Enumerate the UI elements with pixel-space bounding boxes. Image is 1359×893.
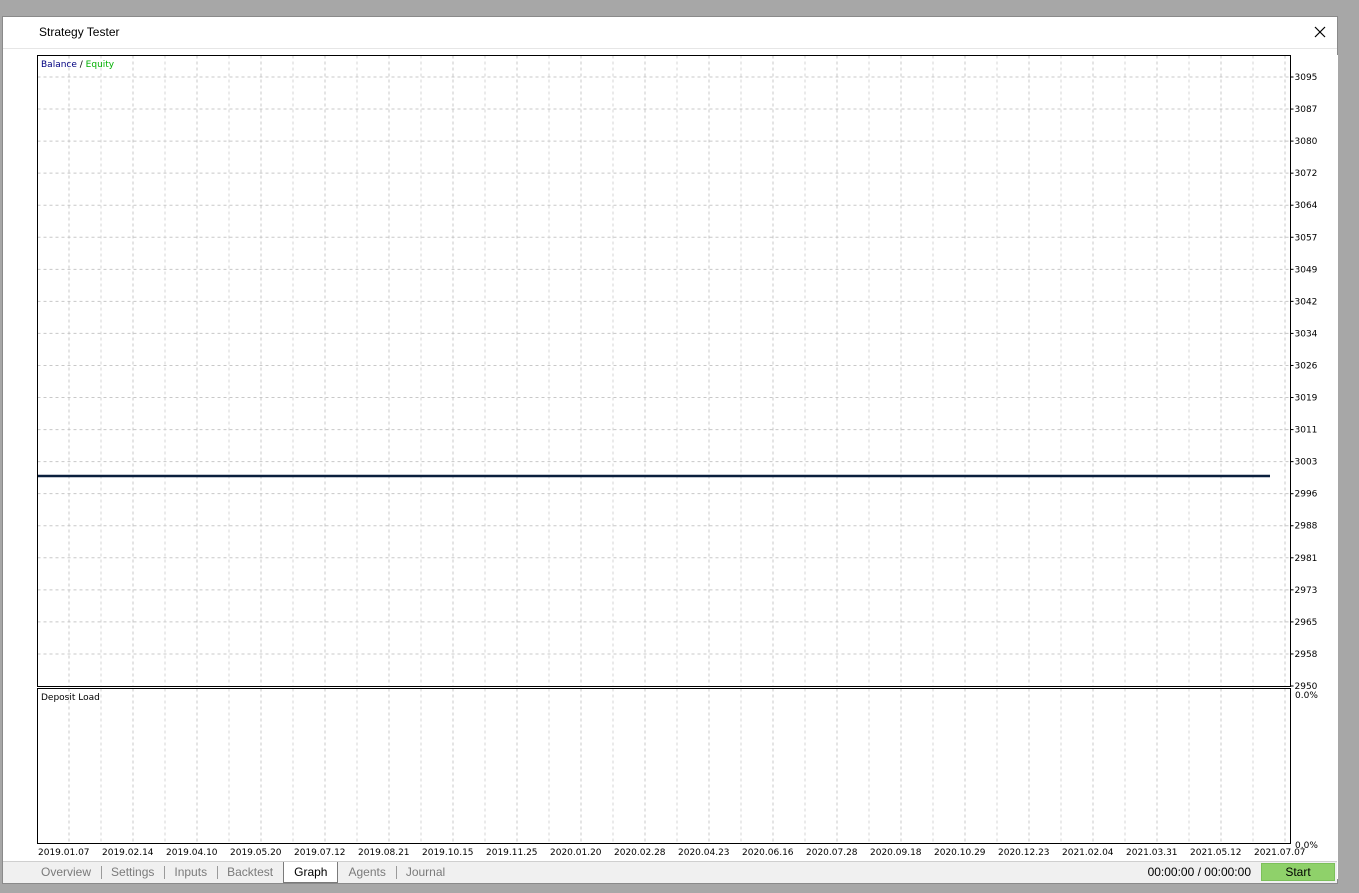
y-tick-label: 3026: [1295, 361, 1318, 371]
x-tick-label: 2020.09.18: [870, 848, 922, 858]
x-tick-label: 2020.01.20: [550, 848, 602, 858]
balance-equity-chart: 3095 3087 3080 3072 3064 3057 3049 3042 3034 3026…: [37, 55, 1318, 858]
x-tick-label: 2020.02.28: [614, 848, 666, 858]
y-tick-label: 3064: [1295, 201, 1318, 211]
deposit-load-bottom-value: 0.0%: [1295, 841, 1318, 851]
y-tick-label: 2958: [1295, 650, 1318, 660]
tab-graph[interactable]: Graph: [283, 861, 339, 883]
main-panel-border: [37, 55, 1291, 687]
y-tick-label: 2965: [1295, 618, 1318, 628]
x-tick-label: 2020.10.29: [934, 848, 986, 858]
x-tick-label: 2021.03.31: [1126, 848, 1178, 858]
x-tick-label: 2021.05.12: [1190, 848, 1242, 858]
x-tick-label: 2021.02.04: [1062, 848, 1114, 858]
y-tick-label: 3011: [1295, 426, 1318, 436]
y-tick-label: 3034: [1295, 329, 1318, 339]
y-tick-label: 3049: [1295, 265, 1318, 275]
title-bar: Strategy Tester: [3, 17, 1337, 49]
close-button[interactable]: [1309, 21, 1331, 43]
legend-separator: /: [77, 60, 86, 70]
deposit-load-top-value: 0.0%: [1295, 691, 1318, 701]
start-button[interactable]: Start: [1261, 863, 1335, 881]
y-tick-label: 2988: [1295, 522, 1318, 532]
y-tick-label: 3019: [1295, 394, 1318, 404]
y-tick-label: 2981: [1295, 554, 1318, 564]
y-tick-label: 3080: [1295, 137, 1318, 147]
y-tick-label: 2973: [1295, 586, 1318, 596]
legend-balance: Balance: [41, 60, 77, 70]
x-tick-label: 2020.06.16: [742, 848, 794, 858]
x-tick-label: 2020.07.28: [806, 848, 858, 858]
x-tick-label: 2020.04.23: [678, 848, 730, 858]
y-tick-label: 3042: [1295, 297, 1318, 307]
y-tick-label: 3087: [1295, 105, 1318, 115]
tabs: Overview Settings Inputs Backtest Graph Agent…: [31, 861, 455, 884]
y-tick-label: 3095: [1295, 73, 1318, 83]
tab-bar: Overview Settings Inputs Backtest Graph Agent…: [3, 861, 1337, 883]
y-tick-label: 2996: [1295, 490, 1318, 500]
x-tick-label: 2019.11.25: [486, 848, 538, 858]
legend: Balance / Equity: [41, 60, 115, 70]
strategy-tester-window: Strategy Tester 3095 3087 3080 3072 3064 3057…: [2, 16, 1338, 884]
deposit-load-label: Deposit Load: [41, 693, 100, 703]
y-tick-label: 3003: [1295, 458, 1318, 468]
tab-settings[interactable]: Settings: [101, 862, 164, 884]
y-tick-label: 3072: [1295, 169, 1318, 179]
x-tick-label: 2019.01.07: [38, 848, 90, 858]
timer-readout: 00:00:00 / 00:00:00: [1147, 865, 1251, 879]
close-icon: [1314, 26, 1326, 38]
x-tick-label: 2019.05.20: [230, 848, 282, 858]
x-tick-label: 2019.08.21: [358, 848, 410, 858]
deposit-panel-border: [37, 688, 1291, 844]
tab-overview[interactable]: Overview: [31, 862, 101, 884]
x-tick-label: 2019.10.15: [422, 848, 474, 858]
y-tick-label: 3057: [1295, 233, 1318, 243]
x-tick-label: 2019.04.10: [166, 848, 218, 858]
tab-backtest[interactable]: Backtest: [217, 862, 283, 884]
tab-journal[interactable]: Journal: [395, 862, 455, 884]
chart-area: 3095 3087 3080 3072 3064 3057 3049 3042 3034 3026…: [37, 55, 1338, 879]
tab-inputs[interactable]: Inputs: [164, 862, 217, 884]
x-tick-label: 2020.12.23: [998, 848, 1050, 858]
x-tick-label: 2019.02.14: [102, 848, 154, 858]
tab-agents[interactable]: Agents: [338, 862, 395, 884]
legend-equity: Equity: [86, 60, 115, 70]
window-title: Strategy Tester: [39, 25, 120, 39]
x-tick-label: 2019.07.12: [294, 848, 346, 858]
